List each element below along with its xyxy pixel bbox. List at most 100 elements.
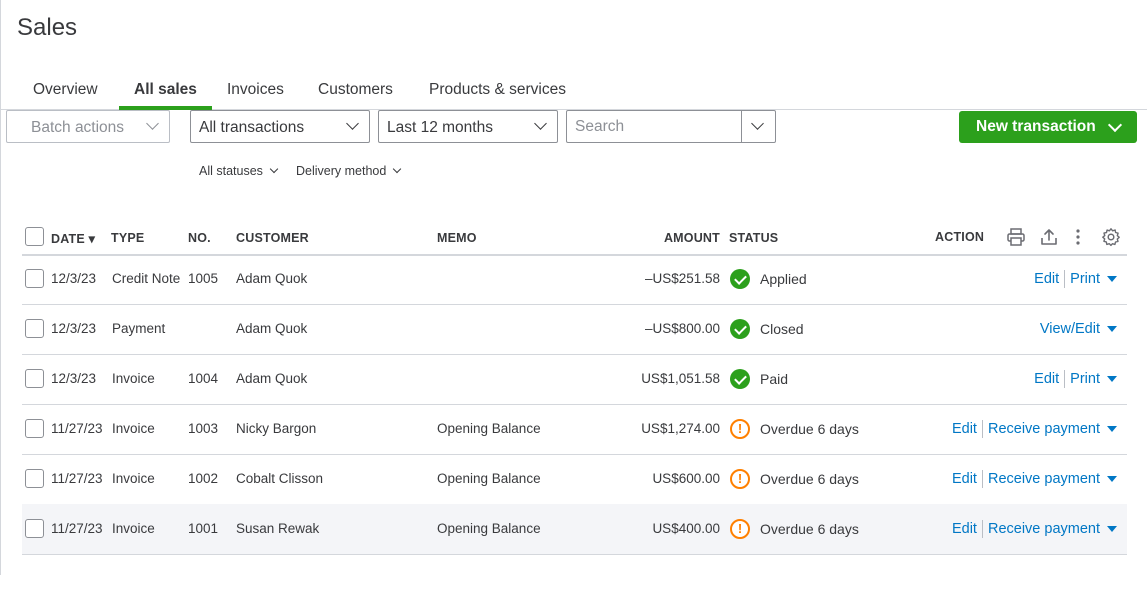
caret-down-icon[interactable] — [1107, 426, 1117, 432]
row-customer: Adam Quok — [236, 271, 308, 286]
row-date: 12/3/23 — [51, 271, 97, 286]
tab-overview[interactable]: Overview — [33, 78, 98, 109]
date-range-label: Last 12 months — [387, 119, 493, 136]
row-type: Invoice — [112, 421, 155, 436]
new-transaction-button[interactable]: New transaction — [959, 111, 1137, 143]
chevron-down-icon — [393, 164, 402, 174]
select-all-checkbox[interactable] — [25, 227, 44, 246]
column-action: ACTION — [935, 230, 985, 244]
row-amount: US$600.00 — [652, 471, 720, 486]
check-circle-icon — [730, 269, 750, 289]
table-row[interactable]: 12/3/23 Payment Adam Quok –US$800.00 Closed V… — [22, 304, 1127, 355]
row-type: Credit Note — [112, 271, 181, 286]
table-row[interactable]: 12/3/23 Credit Note 1005 Adam Quok –US$251.5… — [22, 254, 1127, 305]
row-status: Overdue 6 days — [760, 471, 859, 487]
tab-label: Products & services — [429, 81, 566, 98]
row-memo: Opening Balance — [437, 421, 541, 436]
row-date: 11/27/23 — [51, 421, 103, 436]
row-memo: Opening Balance — [437, 471, 541, 486]
action-edit-link[interactable]: Edit — [947, 521, 982, 537]
row-checkbox[interactable] — [25, 369, 44, 388]
action-edit-link[interactable]: Edit — [1029, 271, 1064, 287]
chevron-down-icon[interactable] — [751, 117, 764, 130]
search-divider — [741, 111, 742, 142]
caret-down-icon[interactable] — [1107, 326, 1117, 332]
row-status: Overdue 6 days — [760, 521, 859, 537]
row-number: 1001 — [188, 521, 219, 536]
row-date: 12/3/23 — [51, 321, 97, 336]
row-actions: Edit Receive payment — [947, 469, 1117, 489]
row-checkbox[interactable] — [25, 419, 44, 438]
caret-down-icon[interactable] — [1107, 476, 1117, 482]
batch-actions-label: Batch actions — [31, 119, 125, 136]
search-input[interactable] — [567, 111, 739, 142]
check-circle-icon — [730, 369, 750, 389]
batch-actions-dropdown[interactable]: Batch actions — [6, 110, 170, 143]
table-row[interactable]: 12/3/23 Invoice 1004 Adam Quok US$1,051.58 Pa… — [22, 354, 1127, 405]
action-print-link[interactable]: Print — [1065, 371, 1105, 387]
row-checkbox[interactable] — [25, 319, 44, 338]
row-amount: –US$251.58 — [644, 271, 720, 286]
action-print-link[interactable]: Print — [1065, 271, 1105, 287]
column-status: STATUS — [729, 231, 779, 245]
row-actions: Edit Print — [1029, 269, 1117, 289]
action-edit-link[interactable]: Edit — [947, 471, 982, 487]
action-view-edit-link[interactable]: View/Edit — [1035, 321, 1105, 337]
action-edit-link[interactable]: Edit — [947, 421, 982, 437]
row-actions: Edit Receive payment — [947, 419, 1117, 439]
table-row[interactable]: 11/27/23 Invoice 1002 Cobalt Clisson Opening… — [22, 454, 1127, 505]
row-date: 11/27/23 — [51, 521, 103, 536]
delivery-method-filter[interactable]: Delivery method — [296, 164, 402, 178]
search-box — [566, 110, 776, 143]
row-amount: US$1,274.00 — [641, 421, 720, 436]
action-receive-payment-link[interactable]: Receive payment — [983, 521, 1105, 537]
row-checkbox[interactable] — [25, 469, 44, 488]
tab-all-sales[interactable]: All sales — [119, 78, 212, 110]
row-amount: US$1,051.58 — [641, 371, 720, 386]
column-customer: CUSTOMER — [236, 231, 309, 245]
row-status: Overdue 6 days — [760, 421, 859, 437]
column-date[interactable]: DATE ▾ — [51, 231, 95, 246]
table-row[interactable]: 11/27/23 Invoice 1003 Nicky Bargon Opening B… — [22, 404, 1127, 455]
row-customer: Cobalt Clisson — [236, 471, 324, 486]
table-header: DATE ▾ TYPE NO. CUSTOMER MEMO AMOUNT STA… — [22, 222, 1127, 256]
status-filter[interactable]: All statuses — [199, 164, 279, 178]
caret-down-icon[interactable] — [1107, 376, 1117, 382]
row-status: Applied — [760, 271, 807, 287]
tab-label: Invoices — [227, 81, 284, 98]
row-actions: Edit Print — [1029, 369, 1117, 389]
row-type: Invoice — [112, 471, 155, 486]
tab-invoices[interactable]: Invoices — [227, 78, 284, 109]
table-row[interactable]: 11/27/23 Invoice 1001 Susan Rewak Opening Ba… — [22, 504, 1127, 555]
table-row-partial — [22, 554, 1127, 604]
row-checkbox[interactable] — [25, 519, 44, 538]
page-title: Sales — [17, 14, 78, 41]
caret-down-icon[interactable] — [1107, 526, 1117, 532]
row-customer: Susan Rewak — [236, 521, 320, 536]
row-type: Payment — [112, 321, 166, 336]
row-status: Paid — [760, 371, 789, 387]
column-amount: AMOUNT — [663, 231, 720, 245]
tab-products-services[interactable]: Products & services — [429, 78, 566, 109]
transaction-type-dropdown[interactable]: All transactions — [190, 110, 370, 143]
row-customer: Nicky Bargon — [236, 421, 317, 436]
exclamation-circle-icon: ! — [730, 419, 750, 439]
action-receive-payment-link[interactable]: Receive payment — [983, 471, 1105, 487]
chevron-down-icon — [146, 117, 159, 130]
column-no: NO. — [188, 231, 211, 245]
new-transaction-label: New transaction — [976, 118, 1096, 135]
delivery-filter-label: Delivery method — [296, 164, 387, 178]
column-memo: MEMO — [437, 231, 477, 245]
tab-customers[interactable]: Customers — [318, 78, 393, 109]
row-memo: Opening Balance — [437, 521, 541, 536]
action-receive-payment-link[interactable]: Receive payment — [983, 421, 1105, 437]
chevron-down-icon — [1107, 117, 1123, 133]
row-customer: Adam Quok — [236, 371, 308, 386]
row-checkbox[interactable] — [25, 269, 44, 288]
date-range-dropdown[interactable]: Last 12 months — [378, 110, 558, 143]
action-edit-link[interactable]: Edit — [1029, 371, 1064, 387]
row-number: 1002 — [188, 471, 219, 486]
status-filter-label: All statuses — [199, 164, 263, 178]
caret-down-icon[interactable] — [1107, 276, 1117, 282]
tab-label: Overview — [33, 81, 98, 98]
